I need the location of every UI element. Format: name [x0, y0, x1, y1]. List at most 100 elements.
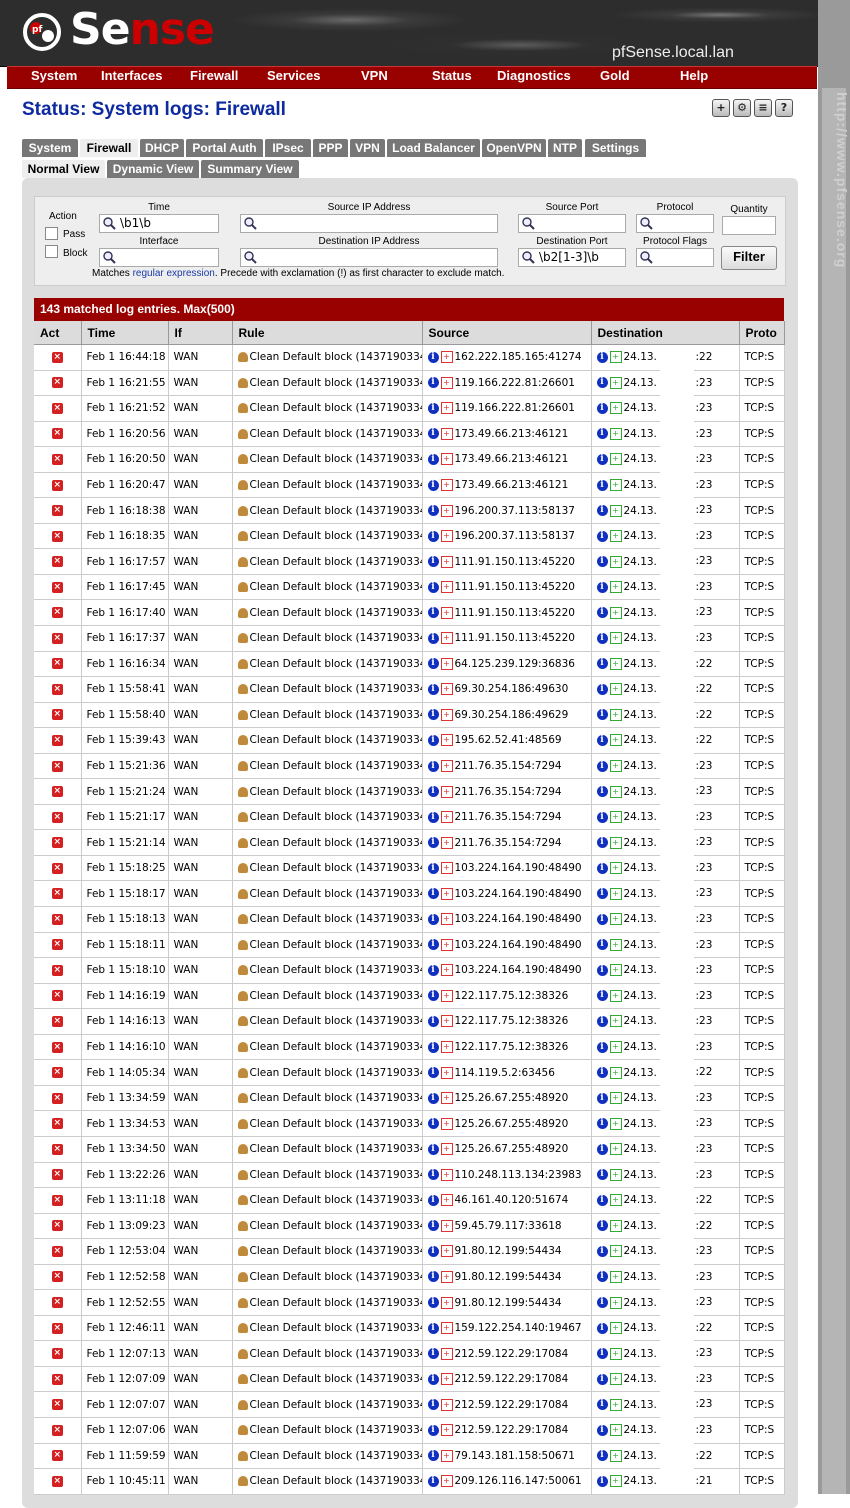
info-icon[interactable]: i — [427, 734, 439, 746]
action-cell[interactable]: × — [34, 497, 82, 524]
info-icon[interactable]: i — [427, 428, 439, 440]
block-source-icon[interactable]: + — [440, 1449, 453, 1462]
block-action-icon[interactable]: × — [51, 786, 63, 798]
action-cell[interactable]: × — [34, 625, 82, 652]
pass-dest-icon[interactable]: + — [609, 1245, 622, 1258]
info-icon[interactable]: i — [596, 709, 608, 721]
action-cell[interactable]: × — [34, 1008, 82, 1035]
info-icon[interactable]: i — [427, 1220, 439, 1232]
info-icon[interactable]: i — [427, 811, 439, 823]
info-icon[interactable]: i — [596, 607, 608, 619]
info-icon[interactable]: i — [427, 1143, 439, 1155]
tab-dynamic-view[interactable]: Dynamic View — [107, 160, 199, 178]
info-icon[interactable]: i — [596, 1067, 608, 1079]
info-icon[interactable]: i — [427, 964, 439, 976]
regex-link[interactable]: regular expression — [133, 268, 215, 279]
rule-cell[interactable]: Clean Default block (1437190334) — [232, 1110, 423, 1137]
nav-services[interactable]: Services — [267, 68, 321, 83]
pass-dest-icon[interactable]: + — [609, 1296, 622, 1309]
pass-dest-icon[interactable]: + — [609, 1143, 622, 1156]
col-act[interactable]: Act — [34, 321, 82, 345]
block-source-icon[interactable]: + — [440, 427, 453, 440]
pass-dest-icon[interactable]: + — [609, 1449, 622, 1462]
info-icon[interactable]: i — [427, 1245, 439, 1257]
action-cell[interactable]: × — [34, 1110, 82, 1137]
action-cell[interactable]: × — [34, 344, 82, 371]
info-icon[interactable]: i — [596, 990, 608, 1002]
pass-dest-icon[interactable]: + — [609, 1373, 622, 1386]
info-icon[interactable]: i — [596, 632, 608, 644]
block-source-icon[interactable]: + — [440, 1296, 453, 1309]
block-source-icon[interactable]: + — [440, 606, 453, 619]
block-action-icon[interactable]: × — [51, 734, 63, 746]
action-cell[interactable]: × — [34, 1391, 82, 1418]
block-source-icon[interactable]: + — [440, 913, 453, 926]
action-cell[interactable]: × — [34, 932, 82, 959]
block-action-icon[interactable]: × — [51, 1143, 63, 1155]
block-action-icon[interactable]: × — [51, 428, 63, 440]
info-icon[interactable]: i — [427, 351, 439, 363]
pass-dest-icon[interactable]: + — [609, 1322, 622, 1335]
info-icon[interactable]: i — [427, 709, 439, 721]
block-source-icon[interactable]: + — [440, 1322, 453, 1335]
info-icon[interactable]: i — [427, 1169, 439, 1181]
nav-vpn[interactable]: VPN — [361, 68, 388, 83]
pass-dest-icon[interactable]: + — [609, 504, 622, 517]
action-cell[interactable]: × — [34, 1034, 82, 1061]
add-widget-icon[interactable]: + — [712, 99, 730, 117]
block-action-icon[interactable]: × — [51, 607, 63, 619]
log-icon[interactable]: ≡ — [754, 99, 772, 117]
nav-gold[interactable]: Gold — [600, 68, 630, 83]
pass-dest-icon[interactable]: + — [609, 708, 622, 721]
info-icon[interactable]: i — [596, 556, 608, 568]
info-icon[interactable]: i — [427, 1067, 439, 1079]
rule-cell[interactable]: Clean Default block (1437190334) — [232, 1340, 423, 1367]
nav-interfaces[interactable]: Interfaces — [101, 68, 162, 83]
nav-firewall[interactable]: Firewall — [190, 68, 238, 83]
rule-cell[interactable]: Clean Default block (1437190334) — [232, 574, 423, 601]
pass-dest-icon[interactable]: + — [609, 376, 622, 389]
block-source-icon[interactable]: + — [440, 785, 453, 798]
info-icon[interactable]: i — [427, 632, 439, 644]
nav-status[interactable]: Status — [432, 68, 472, 83]
action-cell[interactable]: × — [34, 1468, 82, 1495]
rule-cell[interactable]: Clean Default block (1437190334) — [232, 829, 423, 856]
block-action-icon[interactable]: × — [51, 1041, 63, 1053]
action-cell[interactable]: × — [34, 1366, 82, 1393]
pass-dest-icon[interactable]: + — [609, 1066, 622, 1079]
block-action-icon[interactable]: × — [51, 1399, 63, 1411]
action-cell[interactable]: × — [34, 651, 82, 678]
rule-cell[interactable]: Clean Default block (1437190334) — [232, 804, 423, 831]
block-action-icon[interactable]: × — [51, 1475, 63, 1487]
info-icon[interactable]: i — [596, 1475, 608, 1487]
info-icon[interactable]: i — [427, 1297, 439, 1308]
nav-help[interactable]: Help — [680, 68, 708, 83]
pass-dest-icon[interactable]: + — [609, 887, 622, 900]
tab-portal-auth[interactable]: Portal Auth — [186, 139, 263, 157]
rule-cell[interactable]: Clean Default block (1437190334) — [232, 1264, 423, 1291]
pass-dest-icon[interactable]: + — [609, 734, 622, 747]
info-icon[interactable]: i — [596, 505, 608, 517]
rule-cell[interactable]: Clean Default block (1437190334) — [232, 523, 423, 550]
block-source-icon[interactable]: + — [440, 632, 453, 645]
block-action-icon[interactable]: × — [51, 453, 63, 465]
rule-cell[interactable]: Clean Default block (1437190334) — [232, 344, 423, 371]
rule-cell[interactable]: Clean Default block (1437190334) — [232, 472, 423, 499]
protocol-flags-input[interactable] — [636, 248, 714, 267]
block-action-icon[interactable]: × — [51, 1450, 63, 1462]
pass-dest-icon[interactable]: + — [609, 1041, 622, 1054]
pass-dest-icon[interactable]: + — [609, 1347, 622, 1360]
info-icon[interactable]: i — [596, 1015, 608, 1027]
info-icon[interactable]: i — [596, 1271, 608, 1283]
tab-system[interactable]: System — [22, 139, 78, 157]
action-cell[interactable]: × — [34, 778, 82, 805]
info-icon[interactable]: i — [596, 1092, 608, 1104]
info-icon[interactable]: i — [427, 1041, 439, 1053]
src-port-input[interactable] — [518, 214, 626, 233]
info-icon[interactable]: i — [427, 607, 439, 619]
block-source-icon[interactable]: + — [440, 453, 453, 466]
pass-dest-icon[interactable]: + — [609, 836, 622, 849]
block-action-icon[interactable]: × — [51, 1424, 63, 1436]
settings-icon[interactable]: ⚙ — [733, 99, 751, 117]
info-icon[interactable]: i — [427, 1373, 439, 1385]
